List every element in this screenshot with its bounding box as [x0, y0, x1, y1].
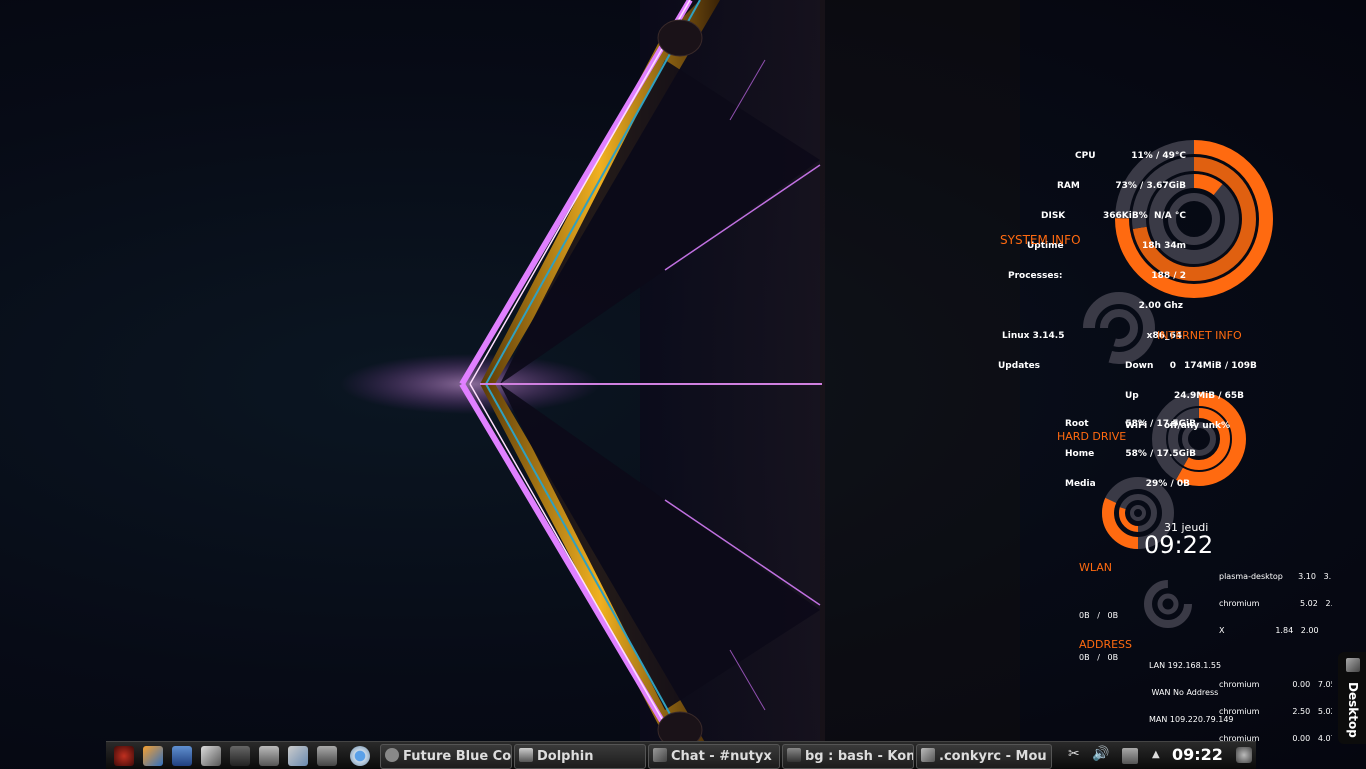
- lan-address: LAN 192.168.1.55: [1149, 661, 1222, 670]
- conky-time: 09:22: [1144, 531, 1214, 559]
- calculator-icon[interactable]: [172, 746, 192, 766]
- wlan-rate-2: 0B / 0B: [1079, 653, 1119, 662]
- task-dolphin[interactable]: Dolphin: [514, 744, 646, 769]
- volume-icon[interactable]: 🔊: [1092, 746, 1109, 762]
- task-mousepad[interactable]: .conkyrc - Mou: [916, 744, 1052, 769]
- wlan-rates: 0B / 0B 0B / 0B: [1079, 581, 1118, 679]
- trash-icon[interactable]: [317, 746, 337, 766]
- task-label: Chat - #nutyx: [671, 749, 772, 764]
- hard-drive-values: 58% / 17.5GiB 58% / 17.5GiB 29% / 0B: [1110, 399, 1196, 499]
- app-launcher-icon[interactable]: [114, 746, 134, 766]
- chromium-icon: [385, 748, 399, 762]
- desktop-dashboard-tab[interactable]: Desktop: [1338, 652, 1366, 744]
- editor-icon[interactable]: [288, 746, 308, 766]
- cpu-value: 11% / 49°C: [1131, 151, 1186, 161]
- disk-value: 366KiB% N/A °C: [1102, 211, 1186, 221]
- root-label: Root: [1065, 419, 1089, 429]
- processes-label: Processes:: [1008, 271, 1063, 281]
- system-labels: CPU RAM DISK Uptime Processes: Linux 3.1…: [998, 131, 1096, 381]
- task-label: Dolphin: [537, 749, 594, 764]
- process-row: plasma-desktop 3.10 3.: [1219, 572, 1332, 581]
- home-value: 58% / 17.5GiB: [1125, 449, 1196, 459]
- process-list: plasma-desktop 3.10 3. chromium 5.02 2.5…: [1219, 554, 1332, 752]
- process-row: X 1.84 2.00: [1219, 626, 1319, 635]
- klipper-scissors-icon[interactable]: ✂: [1068, 746, 1080, 762]
- network-icon[interactable]: [1122, 748, 1138, 764]
- task-label: bg : bash - Kon: [805, 749, 914, 764]
- address-lines: LAN 192.168.1.55 WAN No Address MAN 109.…: [1149, 643, 1234, 733]
- down-value: 174MiB / 109B: [1184, 361, 1257, 371]
- uptime-value: 18h 34m: [1142, 241, 1186, 251]
- disk-label: DISK: [1041, 211, 1066, 221]
- hard-drive-title: HARD DRIVE: [1057, 430, 1127, 443]
- cpu-label: CPU: [1075, 151, 1096, 161]
- media-label: Media: [1065, 479, 1096, 489]
- wlan-rate-1: 0B / 0B: [1079, 611, 1119, 620]
- ram-value: 73% / 3.67GiB: [1115, 181, 1186, 191]
- root-value: 58% / 17.5GiB: [1125, 419, 1196, 429]
- mousepad-icon: [921, 748, 935, 762]
- process-row: chromium 5.02 2.50: [1219, 599, 1332, 608]
- ram-label: RAM: [1057, 181, 1080, 191]
- wlan-title: WLAN: [1079, 561, 1113, 574]
- home-label: Home: [1065, 449, 1095, 459]
- freq-label: [998, 301, 1096, 311]
- desktop-icon: [1346, 658, 1360, 672]
- chat-icon: [653, 748, 667, 762]
- wan-address: WAN No Address: [1149, 688, 1219, 697]
- process-row: chromium 0.00 7.05: [1219, 680, 1332, 689]
- desktop-tab-label: Desktop: [1346, 682, 1360, 738]
- dolphin-icon: [519, 748, 533, 762]
- task-konsole[interactable]: bg : bash - Kon: [782, 744, 914, 769]
- down-label: Down: [1125, 361, 1154, 371]
- task-chat[interactable]: Chat - #nutyx: [648, 744, 780, 769]
- firefox-icon[interactable]: [143, 746, 163, 766]
- task-label: .conkyrc - Mou: [939, 749, 1047, 764]
- updates-label: Updates: [998, 361, 1041, 371]
- process-row: chromium 2.50 5.02: [1219, 707, 1332, 716]
- cashew-icon[interactable]: [1236, 747, 1252, 763]
- task-chromium[interactable]: Future Blue Co: [380, 744, 512, 769]
- konsole-icon: [787, 748, 801, 762]
- man-address: MAN 109.220.79.149: [1149, 715, 1234, 724]
- address-title: ADDRESS: [1079, 638, 1133, 651]
- screenshot-icon[interactable]: [259, 746, 279, 766]
- kernel-label: Linux 3.14.5: [1002, 331, 1065, 341]
- media-value: 29% / 0B: [1145, 479, 1190, 489]
- task-label: Future Blue Co: [403, 749, 512, 764]
- chromium-icon[interactable]: [350, 746, 370, 766]
- processes-value: 188 / 2: [1151, 271, 1186, 281]
- process-row: [1219, 653, 1332, 662]
- tools-icon[interactable]: [201, 746, 221, 766]
- system-info-title: SYSTEM INFO: [1000, 233, 1081, 247]
- hard-drive-labels: Root Home Media: [1065, 399, 1096, 499]
- wlan-rings: [1144, 580, 1192, 628]
- freq-value: 2.00 Ghz: [1138, 301, 1183, 311]
- taskbar-clock[interactable]: 09:22: [1172, 745, 1223, 764]
- tray-expand-icon[interactable]: ▲: [1152, 749, 1160, 760]
- taskbar: Future Blue Co Dolphin Chat - #nutyx bg …: [106, 741, 1256, 769]
- terminal-icon[interactable]: [230, 746, 250, 766]
